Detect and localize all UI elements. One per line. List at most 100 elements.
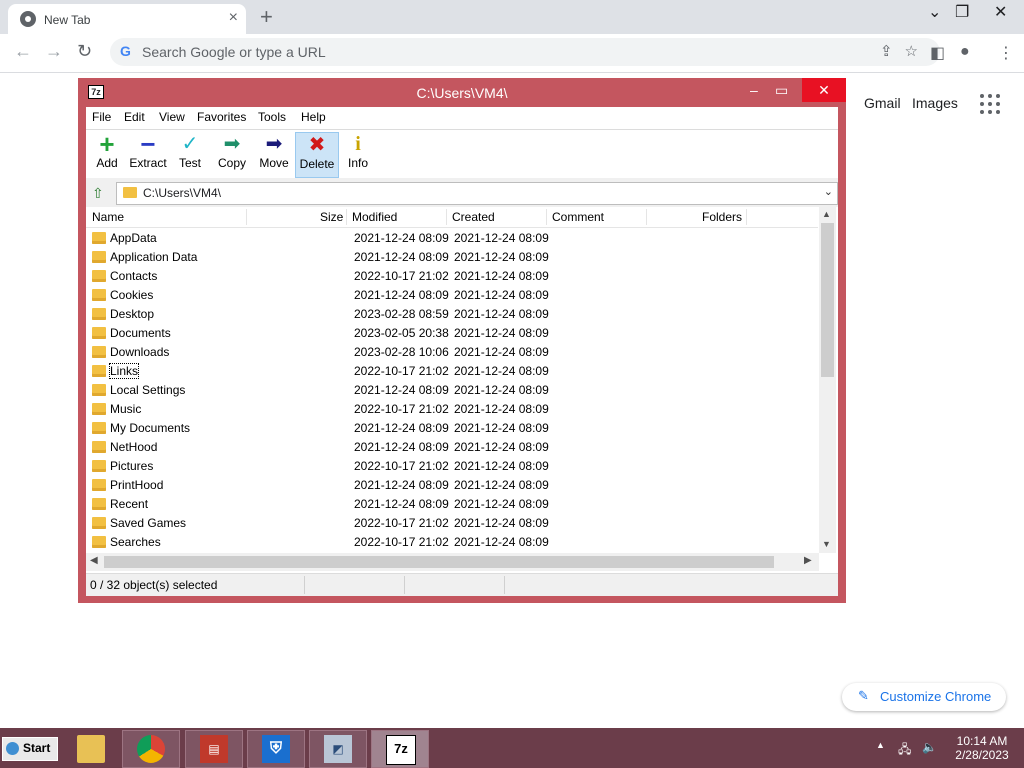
scroll-up-icon[interactable]: ▲ [822,209,831,219]
menu-file[interactable]: File [92,110,111,124]
status-bar: 0 / 32 object(s) selected [86,573,838,596]
folder-icon [123,187,137,198]
row-modified: 2021-12-24 08:09 [354,478,449,492]
column-created[interactable]: Created [452,210,495,224]
column-comment[interactable]: Comment [552,210,604,224]
table-row[interactable]: Recent 2021-12-24 08:09 2021-12-24 08:09 [86,494,818,513]
taskbar-app-news[interactable]: ▤ [185,730,243,768]
menu-help[interactable]: Help [301,110,326,124]
images-link[interactable]: Images [912,95,958,111]
table-row[interactable]: Searches 2022-10-17 21:02 2021-12-24 08:09 [86,532,818,551]
reload-icon[interactable]: ↻ [77,41,92,62]
scroll-down-icon[interactable]: ▼ [822,539,831,549]
copy-button[interactable]: ➡ Copy [211,132,253,176]
table-row[interactable]: PrintHood 2021-12-24 08:09 2021-12-24 08:0… [86,475,818,494]
table-row[interactable]: Links 2022-10-17 21:02 2021-12-24 08:09 [86,361,818,380]
menu-edit[interactable]: Edit [124,110,145,124]
path-combobox[interactable]: C:\Users\VM4\ ⌄ [116,182,838,205]
table-row[interactable]: Application Data 2021-12-24 08:09 2021-12-… [86,247,818,266]
row-name: Music [110,402,142,416]
folder-icon [92,384,106,396]
scroll-left-icon[interactable]: ◀ [90,555,98,566]
chrome-menu-icon[interactable]: ⋮ [998,43,1014,63]
google-apps-icon[interactable] [980,94,1000,114]
customize-chrome-label: Customize Chrome [880,689,992,704]
volume-icon[interactable]: 🔈 [922,740,937,754]
column-divider[interactable] [546,209,547,225]
row-created: 2021-12-24 08:09 [454,231,549,245]
back-icon[interactable]: ← [14,41,32,62]
column-name[interactable]: Name [92,210,124,224]
menu-view[interactable]: View [159,110,185,124]
restore-icon[interactable]: ❐ [955,2,969,22]
taskbar-chrome[interactable] [122,730,180,768]
table-row[interactable]: Contacts 2022-10-17 21:02 2021-12-24 08:09 [86,266,818,285]
row-modified: 2022-10-17 21:02 [354,269,449,283]
column-divider[interactable] [646,209,647,225]
taskbar-explorer[interactable] [62,730,120,768]
taskbar-defender[interactable]: ⛨ [247,730,305,768]
column-divider[interactable] [246,209,247,225]
taskbar-system[interactable]: ◩ [309,730,367,768]
clock[interactable]: 10:14 AM 2/28/2023 [952,734,1012,762]
forward-icon[interactable]: → [45,41,63,62]
network-icon[interactable]: 🖧 [898,740,911,761]
folder-icon [92,270,106,282]
table-row[interactable]: Pictures 2022-10-17 21:02 2021-12-24 08:09 [86,456,818,475]
table-row[interactable]: My Documents 2021-12-24 08:09 2021-12-24 0… [86,418,818,437]
side-panel-icon[interactable]: ◧ [930,43,945,63]
scroll-right-icon[interactable]: ▶ [804,555,812,566]
status-divider [304,576,305,594]
profile-avatar-icon[interactable]: ● [960,43,970,61]
bookmark-star-icon[interactable]: ☆ [905,43,930,60]
column-divider[interactable] [746,209,747,225]
folder-icon [92,517,106,529]
horizontal-scroll-thumb[interactable] [104,556,774,568]
close-icon[interactable]: ✕ [802,78,846,102]
move-button[interactable]: ➡ Move [253,132,295,176]
delete-button[interactable]: ✖ Delete [295,132,339,178]
vertical-scroll-thumb[interactable] [821,223,834,377]
extract-label: Extract [129,156,167,170]
column-divider[interactable] [446,209,447,225]
horizontal-scrollbar[interactable]: ◀ ▶ [86,553,819,571]
up-folder-icon[interactable]: ⇧ [92,185,104,202]
test-button[interactable]: ✓ Test [169,132,211,176]
maximize-icon[interactable]: ▭ [775,82,788,99]
taskbar-7zip[interactable]: 7z [371,730,429,768]
column-divider[interactable] [346,209,347,225]
gmail-link[interactable]: Gmail [864,95,901,111]
tab-close-icon[interactable]: × [229,9,238,27]
new-tab-icon[interactable]: + [260,4,273,30]
start-button[interactable]: Start [2,737,58,761]
table-row[interactable]: NetHood 2021-12-24 08:09 2021-12-24 08:09 [86,437,818,456]
folder-icon [92,441,106,453]
table-row[interactable]: Desktop 2023-02-28 08:59 2021-12-24 08:09 [86,304,818,323]
row-name: Downloads [110,345,170,359]
table-row[interactable]: Local Settings 2021-12-24 08:09 2021-12-24… [86,380,818,399]
table-row[interactable]: Documents 2023-02-05 20:38 2021-12-24 08:0… [86,323,818,342]
table-row[interactable]: Saved Games 2022-10-17 21:02 2021-12-24 08… [86,513,818,532]
customize-chrome-button[interactable]: ✎ Customize Chrome [842,683,1006,711]
vertical-scrollbar[interactable]: ▲ ▼ [819,207,836,553]
tray-expand-icon[interactable]: ▲ [876,740,885,750]
tab-new-tab[interactable]: New Tab × [8,4,246,34]
table-row[interactable]: Downloads 2023-02-28 10:06 2021-12-24 08:0… [86,342,818,361]
chevron-down-icon[interactable]: ⌄ [824,185,833,198]
menu-favorites[interactable]: Favorites [197,110,246,124]
minimize-icon[interactable]: – [750,82,758,98]
close-window-icon[interactable]: ✕ [994,2,1007,22]
add-button[interactable]: + Add [86,131,128,176]
table-row[interactable]: Cookies 2021-12-24 08:09 2021-12-24 08:09 [86,285,818,304]
column-size[interactable]: Size [320,210,343,224]
tab-search-icon[interactable]: ⌄ [928,2,941,22]
extract-button[interactable]: − Extract [127,131,169,176]
info-button[interactable]: i Info [337,132,379,176]
column-modified[interactable]: Modified [352,210,397,224]
omnibox[interactable]: G Search Google or type a URL ⇪☆ [110,38,940,66]
table-row[interactable]: AppData 2021-12-24 08:09 2021-12-24 08:09 [86,228,818,247]
table-row[interactable]: Music 2022-10-17 21:02 2021-12-24 08:09 [86,399,818,418]
column-folders[interactable]: Folders [702,210,742,224]
menu-tools[interactable]: Tools [258,110,286,124]
share-icon[interactable]: ⇪ [880,43,905,60]
